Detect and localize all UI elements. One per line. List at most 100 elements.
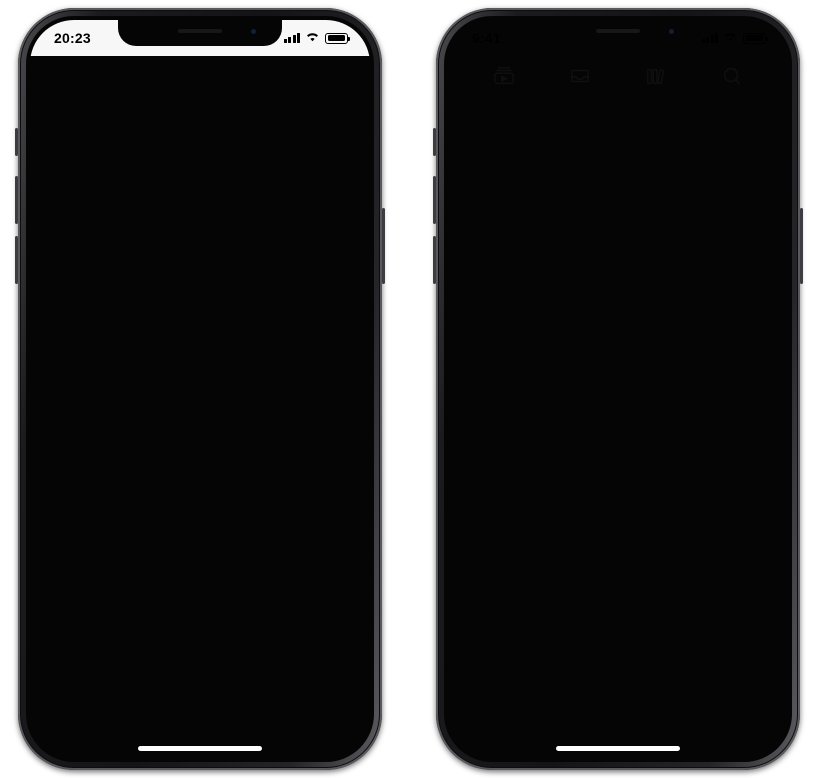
svg-text:15: 15 (513, 577, 529, 593)
artwork-name-line2: podcast (57, 179, 75, 185)
skip-forward-30-button[interactable]: 30 (257, 674, 283, 700)
sleep-option[interactable]: 60 (743, 191, 759, 207)
front-camera (251, 29, 256, 34)
remaining-time: -29:32 (732, 702, 772, 718)
sleep-option[interactable]: 20 (610, 191, 626, 207)
speed-2x-marker[interactable]: 2× (699, 240, 736, 268)
toggle-label-line1: Trim (604, 307, 632, 322)
speed-step-dot[interactable] (758, 251, 764, 257)
power-button (800, 208, 803, 284)
volume-up-button (433, 176, 436, 224)
settings-gear-button[interactable] (46, 67, 70, 91)
sleep-option[interactable]: 40 (677, 191, 693, 207)
skip-forward-30-button[interactable]: 30 (692, 559, 738, 610)
speed-step-dot[interactable] (671, 251, 677, 257)
sleep-option[interactable]: 30 (643, 191, 659, 207)
continuous-play-toggle[interactable]: Continuous Play (678, 295, 774, 351)
left-screen: 20:23 Queue n nature podcast ↓ 28 March … (30, 20, 370, 758)
sleep-option[interactable]: 50 (710, 191, 726, 207)
speed-step-dot[interactable] (642, 251, 649, 257)
battery-icon (743, 32, 768, 44)
home-indicator[interactable] (556, 746, 680, 751)
home-indicator[interactable] (138, 746, 262, 751)
segment-settings-view[interactable] (621, 117, 664, 151)
player-toolbar (448, 102, 788, 166)
speed-selected-value[interactable]: 1× (500, 237, 535, 271)
left-phone-device: 20:23 Queue n nature podcast ↓ 28 March … (15, 8, 385, 770)
scrubber-playhead[interactable] (464, 647, 475, 691)
tab-library[interactable] (226, 619, 256, 647)
mini-player-artwork[interactable]: n nature podcast (328, 674, 354, 700)
tab-inbox[interactable] (145, 619, 175, 647)
toggle-label-line2: Play (712, 324, 740, 339)
sleep-timer-row: zZZ 5 10 15 20 30 40 50 60 (462, 178, 774, 220)
skip-back-15-button[interactable]: 15 (118, 674, 144, 700)
left-notch (118, 20, 282, 46)
cellular-bars-icon (283, 33, 300, 43)
trim-silence-toggle[interactable]: Trim Silence (570, 295, 666, 351)
speed-step-dot[interactable] (472, 251, 478, 257)
toggle-label-line2: Silence (595, 324, 641, 339)
player-settings-body: zZZ 5 10 15 20 30 40 50 60 1× 2× Enhance… (448, 166, 788, 758)
speed-step-dot[interactable] (614, 251, 620, 257)
power-button (382, 208, 385, 284)
episode-duration: 29m (103, 186, 128, 200)
expand-player-button[interactable] (46, 674, 73, 701)
queue-empty-area (30, 213, 370, 609)
volume-down-button (15, 236, 18, 284)
sleep-option[interactable]: 15 (576, 191, 592, 207)
episode-title: 28 March 2019: Human impacts on Mount Ki… (103, 141, 329, 177)
wifi-icon (305, 29, 320, 47)
feature-toggles: Enhance Voices Trim Silence Continuous P… (462, 295, 774, 351)
airplay-icon[interactable] (470, 118, 500, 151)
play-icon[interactable] (596, 558, 640, 611)
download-arrow-icon: ↓ (81, 175, 86, 186)
page-title: Queue (173, 69, 227, 88)
artwork-letter: n (336, 677, 346, 693)
share-icon[interactable] (741, 118, 766, 150)
tab-search-ghost (717, 62, 747, 90)
toggle-label-line1: Continuous (691, 307, 761, 322)
right-screen: 9:41 z Z Z 5 10 15 20 30 40 50 60 1× 2× … (448, 20, 788, 758)
artwork-name-line2: podcast (335, 695, 347, 699)
sleep-option[interactable]: 10 (543, 191, 559, 207)
right-notch (536, 20, 700, 46)
status-time: 20:23 (54, 30, 91, 46)
sleep-timer-icon[interactable]: zZZ (468, 181, 508, 217)
tab-queue[interactable] (64, 619, 94, 647)
now-playing-meta: 2019: Human impacts on Mount Kil Nature … (462, 484, 774, 528)
tab-library-ghost (641, 62, 671, 90)
svg-text:30: 30 (707, 577, 723, 593)
playback-speed-row: 1× 2× (462, 233, 774, 275)
playback-controls: 15 30 (462, 558, 774, 611)
volume-up-button (15, 176, 18, 224)
right-home-area (462, 718, 774, 758)
left-home-area (30, 718, 370, 758)
sleep-option[interactable]: 5 (517, 191, 525, 207)
headphones-icon (46, 147, 86, 181)
mute-switch (433, 128, 436, 156)
speed-step-dot[interactable] (585, 251, 592, 257)
queue-episode-row[interactable]: n nature podcast ↓ 28 March 2019: Human … (30, 126, 370, 213)
speed-step-dot[interactable] (557, 251, 563, 257)
play-icon[interactable] (190, 675, 212, 699)
progress-scrubber[interactable] (462, 645, 774, 693)
chevron-right-icon[interactable] (334, 157, 358, 182)
view-segmented-control[interactable] (573, 113, 668, 155)
lock-icon (649, 332, 657, 343)
tab-search[interactable] (307, 619, 337, 647)
enhance-voices-toggle[interactable]: Enhance Voices (462, 295, 558, 351)
mini-player: 15 30 n nature podcast (30, 656, 370, 718)
skip-back-15-button[interactable]: 15 (498, 559, 544, 610)
left-tab-bar (30, 609, 370, 656)
artwork-letter: n (57, 147, 75, 177)
screenshot-canvas: 20:23 Queue n nature podcast ↓ 28 March … (0, 0, 820, 778)
segment-artwork-view[interactable] (578, 117, 620, 151)
now-playing-bars-icon (37, 136, 54, 153)
left-navbar: Queue (30, 56, 370, 103)
episode-artwork: n nature podcast ↓ (37, 136, 90, 189)
svg-text:15: 15 (126, 683, 136, 693)
faded-tab-bar-behind (448, 56, 788, 96)
sleep-timer-options: 5 10 15 20 30 40 50 60 (508, 191, 768, 207)
volume-down-button (433, 236, 436, 284)
